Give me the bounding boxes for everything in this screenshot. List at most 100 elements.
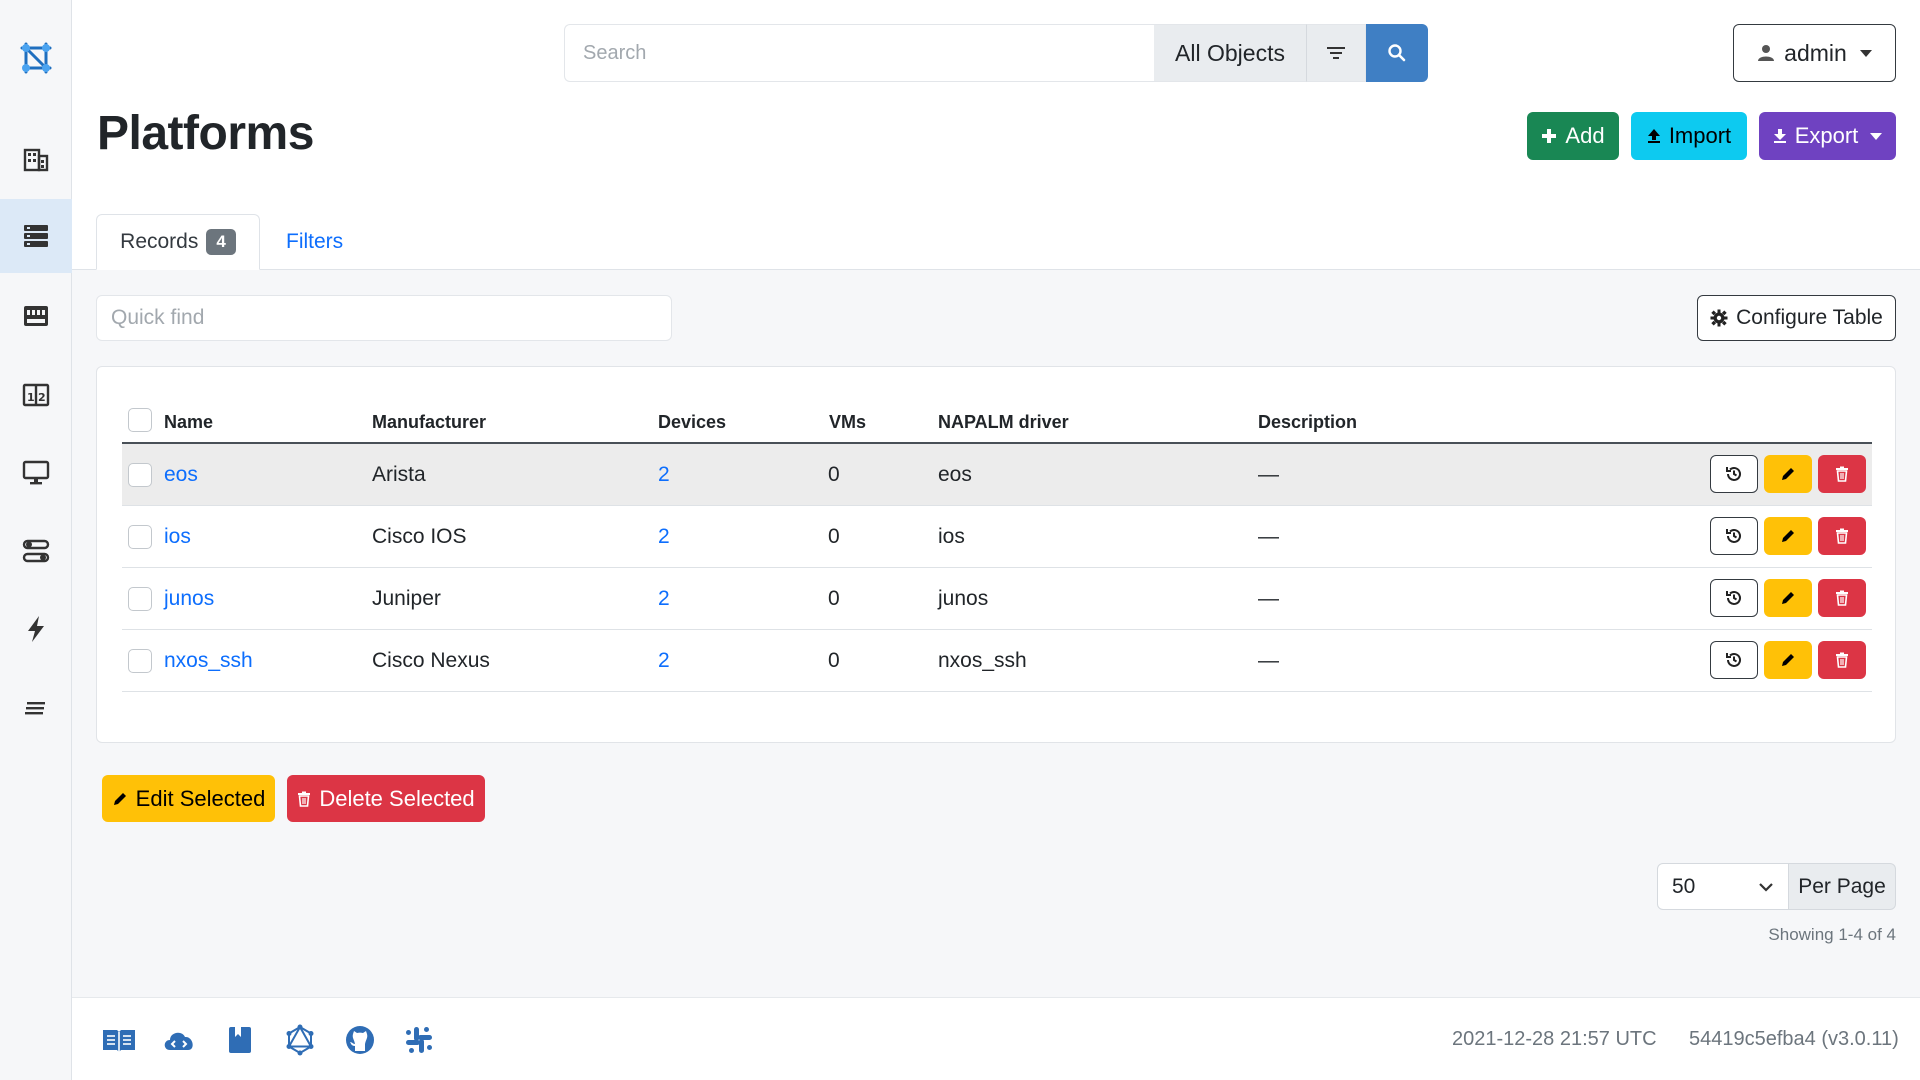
download-icon (1773, 128, 1787, 144)
search-icon (1387, 43, 1407, 63)
manufacturer-cell: Cisco Nexus (372, 630, 490, 692)
table-row: eos Arista 2 0 eos — (122, 444, 1872, 506)
wiki-bookmark-icon[interactable] (222, 1022, 258, 1058)
configure-table-button[interactable]: Configure Table (1697, 295, 1896, 341)
search-scope-select[interactable]: All Objects (1154, 24, 1306, 82)
export-label: Export (1795, 123, 1859, 149)
changelog-button[interactable] (1710, 455, 1758, 493)
row-checkbox[interactable] (128, 463, 152, 487)
ipam-icon[interactable] (0, 279, 72, 353)
pencil-icon (1780, 652, 1796, 668)
history-icon (1725, 465, 1743, 483)
add-button[interactable]: Add (1527, 112, 1619, 160)
description-cell: — (1258, 444, 1279, 506)
configure-table-label: Configure Table (1736, 306, 1883, 330)
description-cell: — (1258, 630, 1279, 692)
edit-button[interactable] (1764, 517, 1812, 555)
footer-version: 54419c5efba4 (v3.0.11) (1689, 1028, 1899, 1051)
devices-server-icon[interactable] (0, 199, 72, 273)
edit-button[interactable] (1764, 641, 1812, 679)
row-checkbox[interactable] (128, 649, 152, 673)
api-cloud-icon[interactable] (161, 1022, 197, 1058)
column-header-description[interactable]: Description (1258, 412, 1357, 433)
sidebar: 12 (0, 0, 72, 1080)
search-input[interactable] (564, 24, 1154, 82)
changelog-button[interactable] (1710, 517, 1758, 555)
column-header-manufacturer[interactable]: Manufacturer (372, 412, 486, 433)
edit-button[interactable] (1764, 455, 1812, 493)
description-cell: — (1258, 506, 1279, 568)
trash-icon (1835, 528, 1849, 544)
trash-icon (1835, 652, 1849, 668)
devices-count-link[interactable]: 2 (658, 444, 670, 506)
select-all-checkbox[interactable] (128, 408, 152, 432)
devices-count-link[interactable]: 2 (658, 506, 670, 568)
user-menu-button[interactable]: admin (1733, 24, 1896, 82)
github-icon[interactable] (342, 1022, 378, 1058)
delete-button[interactable] (1818, 517, 1866, 555)
vms-cell: 0 (828, 444, 840, 506)
tab-records[interactable]: Records 4 (96, 214, 260, 270)
chevron-down-icon (1758, 882, 1774, 892)
manufacturer-cell: Juniper (372, 568, 441, 630)
edit-selected-label: Edit Selected (136, 786, 266, 812)
devices-count-link[interactable]: 2 (658, 630, 670, 692)
tab-filters[interactable]: Filters (270, 214, 359, 270)
plus-icon (1541, 128, 1557, 144)
per-page-value: 50 (1672, 875, 1695, 899)
vms-cell: 0 (828, 568, 840, 630)
napalm-driver-cell: ios (938, 506, 965, 568)
import-button[interactable]: Import (1631, 112, 1747, 160)
delete-button[interactable] (1818, 455, 1866, 493)
vms-cell: 0 (828, 506, 840, 568)
changelog-button[interactable] (1710, 641, 1758, 679)
jobs-bolt-icon[interactable] (0, 592, 72, 666)
slack-icon[interactable] (401, 1022, 437, 1058)
page-title: Platforms (97, 106, 314, 161)
table-row: nxos_ssh Cisco Nexus 2 0 nxos_ssh — (122, 630, 1872, 692)
graphql-icon[interactable] (282, 1022, 318, 1058)
pencil-icon (1780, 528, 1796, 544)
delete-button[interactable] (1818, 579, 1866, 617)
filter-icon[interactable] (1306, 24, 1366, 82)
napalm-driver-cell: eos (938, 444, 972, 506)
trash-icon (297, 791, 311, 807)
organization-building-icon[interactable] (0, 122, 72, 196)
manufacturer-cell: Cisco IOS (372, 506, 467, 568)
export-button[interactable]: Export (1759, 112, 1896, 160)
platform-name-link[interactable]: junos (164, 568, 214, 630)
per-page-label: Per Page (1789, 863, 1896, 910)
per-page-select[interactable]: 50 (1657, 863, 1789, 910)
extensibility-sliders-icon[interactable] (0, 514, 72, 588)
delete-button[interactable] (1818, 641, 1866, 679)
changelog-button[interactable] (1710, 579, 1758, 617)
virtualization-monitor-icon[interactable] (0, 435, 72, 509)
column-header-vms[interactable]: VMs (829, 412, 866, 433)
column-header-name[interactable]: Name (164, 412, 213, 433)
quick-find-input[interactable] (96, 295, 672, 341)
menu-lines-icon[interactable] (0, 671, 72, 745)
column-header-napalm-driver[interactable]: NAPALM driver (938, 412, 1069, 433)
svg-text:2: 2 (38, 391, 46, 404)
platform-name-link[interactable]: ios (164, 506, 191, 568)
nautobot-logo-icon[interactable] (0, 26, 72, 90)
history-icon (1725, 527, 1743, 545)
delete-selected-button[interactable]: Delete Selected (287, 775, 485, 822)
circuits-icon[interactable]: 12 (0, 358, 72, 432)
row-checkbox[interactable] (128, 525, 152, 549)
napalm-driver-cell: nxos_ssh (938, 630, 1027, 692)
platform-name-link[interactable]: nxos_ssh (164, 630, 253, 692)
search-button[interactable] (1366, 24, 1428, 82)
devices-count-link[interactable]: 2 (658, 568, 670, 630)
row-checkbox[interactable] (128, 587, 152, 611)
edit-selected-button[interactable]: Edit Selected (102, 775, 275, 822)
docs-book-icon[interactable] (101, 1022, 137, 1058)
table-row: junos Juniper 2 0 junos — (122, 568, 1872, 630)
footer-timestamp: 2021-12-28 21:57 UTC (1452, 1028, 1657, 1051)
column-header-devices[interactable]: Devices (658, 412, 726, 433)
user-icon (1757, 44, 1775, 62)
global-search: All Objects (564, 24, 1428, 82)
platform-name-link[interactable]: eos (164, 444, 198, 506)
edit-button[interactable] (1764, 579, 1812, 617)
add-label: Add (1565, 123, 1604, 149)
